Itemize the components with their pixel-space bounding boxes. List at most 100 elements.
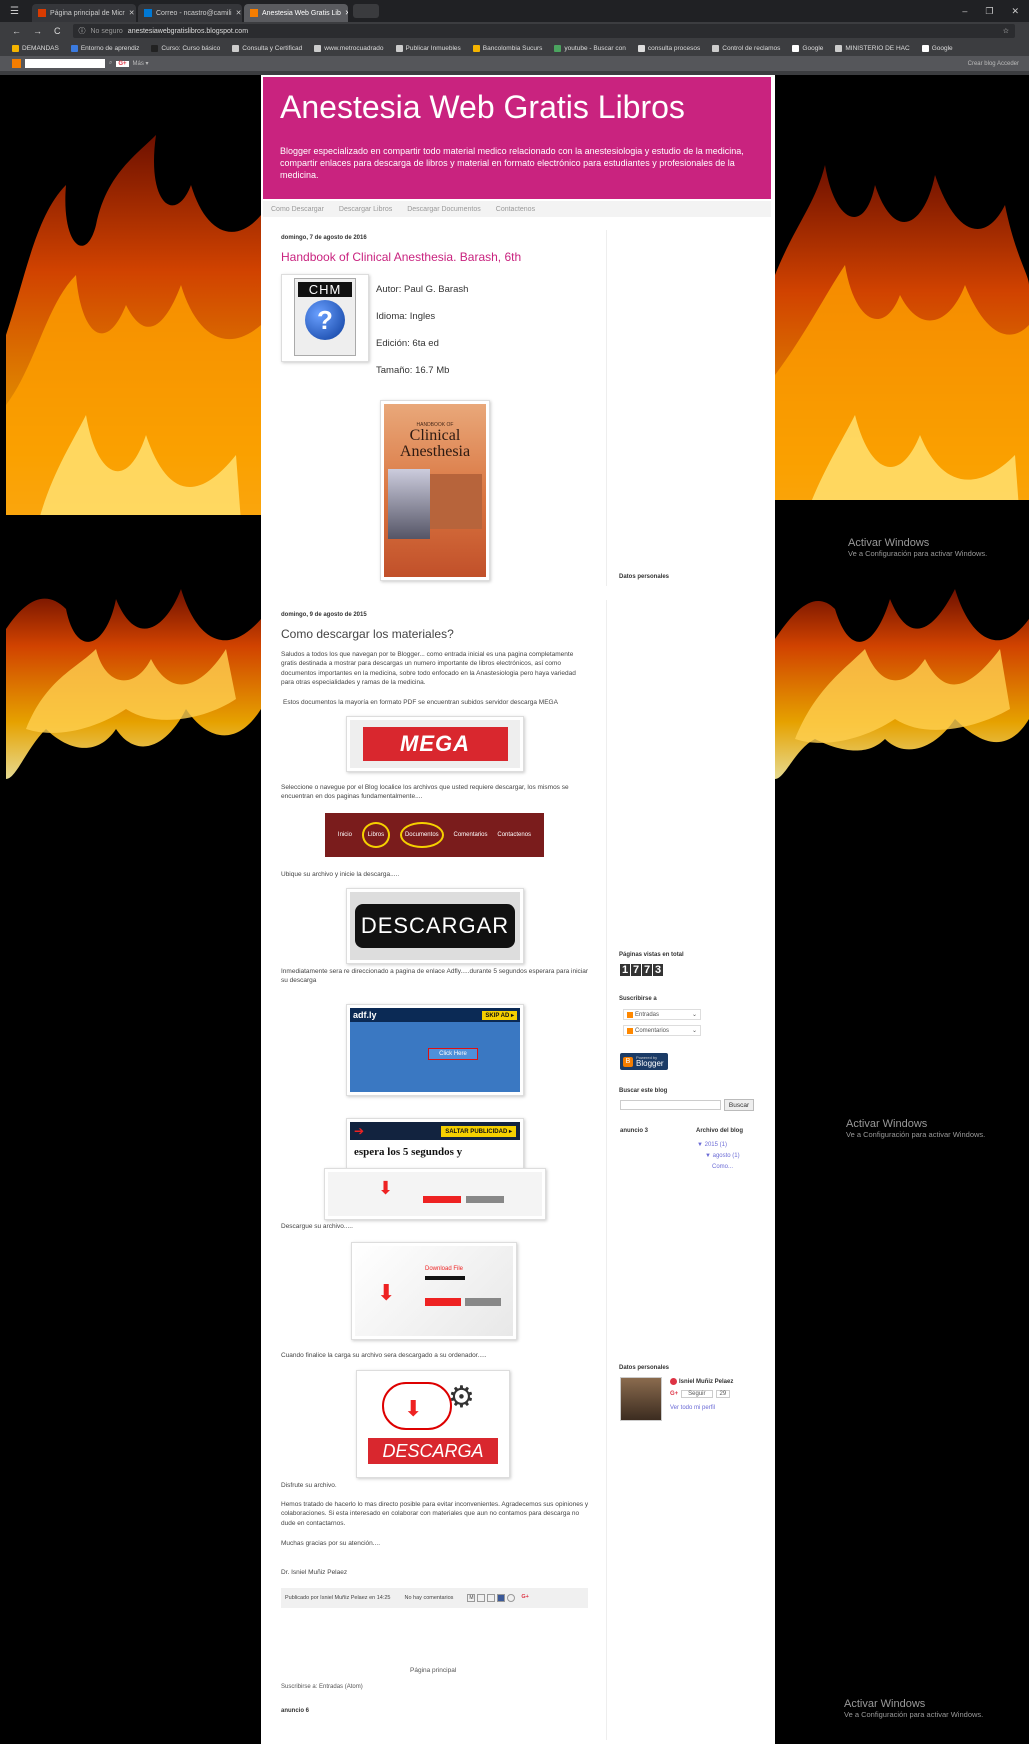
facebook-share-icon[interactable] — [497, 1594, 506, 1602]
post-title[interactable]: Handbook of Clinical Anesthesia. Barash,… — [281, 250, 521, 264]
atom-feed-link[interactable]: Entradas (Atom) — [319, 1684, 363, 1690]
help-icon: ? — [305, 300, 345, 340]
nav-descargar-libros[interactable]: Descargar Libros — [339, 206, 392, 213]
search-icon[interactable]: ⌕ — [109, 60, 112, 67]
search-blog-title: Buscar este blog — [619, 1088, 668, 1094]
blog-search-input[interactable] — [25, 59, 105, 68]
email-share-icon[interactable]: M — [467, 1594, 476, 1602]
nav-descargar-documentos[interactable]: Descargar Documentos — [407, 206, 481, 213]
saltar-publicidad-image[interactable]: ➔ SALTAR PUBLICIDAD ▸ espera los 5 segun… — [346, 1118, 524, 1170]
profile-name-text: Isniel Muñiz Pelaez — [679, 1378, 734, 1385]
mega-image[interactable]: MEGA — [346, 716, 524, 772]
restore-icon[interactable]: ❐ — [985, 6, 993, 17]
archive-year[interactable]: ▼ 2015 (1) — [697, 1142, 727, 1148]
archive-post[interactable]: Como... — [712, 1164, 733, 1170]
windows-activation-watermark: Activar Windows Ve a Configuración para … — [844, 1698, 983, 1719]
search-button[interactable]: Buscar — [724, 1099, 754, 1111]
bookmark-item[interactable]: Bancolombia Sucurs — [472, 44, 542, 52]
feed-links: Suscribirse a: Entradas (Atom) — [281, 1684, 363, 1690]
bookmark-label: Entorno de aprendiz — [80, 44, 140, 52]
bookmark-item[interactable]: Google — [792, 44, 823, 52]
sidebar-divider — [606, 230, 607, 586]
powered-by-blogger-badge[interactable]: B Powered by Blogger — [620, 1053, 668, 1070]
bookmark-item[interactable]: consulta procesos — [637, 44, 700, 52]
tab-blog[interactable]: Anestesia Web Gratis Lib ✕ — [244, 4, 348, 22]
book-cover-image[interactable]: HANDBOOK OF Clinical Anesthesia — [380, 400, 490, 581]
gplus-share-button[interactable]: G+ — [521, 1594, 529, 1602]
follow-button[interactable]: Seguir — [681, 1390, 713, 1398]
sidebar-divider — [606, 600, 607, 1740]
download-file-image[interactable]: ⬇ Download File — [351, 1242, 517, 1340]
more-menu[interactable]: Más ▾ — [133, 60, 149, 67]
new-tab-button[interactable] — [353, 4, 379, 18]
reload-icon[interactable]: C — [54, 26, 61, 36]
blog-search-field[interactable] — [620, 1100, 721, 1110]
twitter-share-icon[interactable] — [487, 1594, 496, 1602]
windows-activation-watermark: Activar Windows Ve a Configuración para … — [846, 1118, 985, 1139]
bookmark-icon — [554, 44, 562, 52]
url-field[interactable]: ⓘ No seguro anestesiawebgratislibros.blo… — [72, 24, 1015, 38]
tab-microsoft[interactable]: Página principal de Micr ✕ — [32, 4, 136, 22]
star-icon[interactable]: ☆ — [1003, 27, 1009, 35]
forward-icon[interactable]: → — [33, 26, 42, 36]
bookmark-item[interactable]: www.metrocuadrado — [314, 44, 384, 52]
descargar-image[interactable]: DESCARGAR — [346, 888, 524, 964]
arrow-right-icon: ➔ — [354, 1124, 365, 1138]
gplus-button[interactable]: G+ — [116, 60, 129, 67]
pinterest-share-icon[interactable] — [507, 1594, 516, 1602]
blogger-icon[interactable] — [12, 59, 21, 68]
blog-share-icon[interactable] — [477, 1594, 486, 1602]
mega-logo: MEGA — [362, 727, 508, 761]
subscribe-comentarios-dropdown[interactable]: Comentarios ⌄ — [623, 1025, 701, 1036]
watermark-subtitle: Ve a Configuración para activar Windows. — [844, 1710, 984, 1719]
close-icon[interactable]: ✕ — [232, 9, 242, 17]
close-icon[interactable]: ✕ — [341, 9, 348, 17]
nav-como-descargar[interactable]: Como Descargar — [271, 206, 324, 213]
watermark-subtitle: Ve a Configuración para activar Windows. — [848, 549, 988, 558]
tab-mail[interactable]: Correo - ncastro@camili ✕ — [138, 4, 242, 22]
create-blog-link[interactable]: Crear blog Acceder — [968, 61, 1019, 67]
bookmark-item[interactable]: Consulta y Certificad — [232, 44, 302, 52]
post-author-time[interactable]: Publicado por Isniel Muñiz Pelaez en 14:… — [285, 1595, 390, 1601]
back-icon[interactable]: ← — [12, 26, 21, 36]
descarga-cloud-image[interactable]: ⬇ ⚙ DESCARGA — [356, 1370, 510, 1478]
download-arrow-icon: ⬇ — [377, 1280, 396, 1305]
nav-contactenos[interactable]: Contactenos — [496, 206, 535, 213]
avatar[interactable] — [620, 1377, 662, 1421]
menu-screenshot-image[interactable]: Inicio Libros Documentos Comentarios Con… — [325, 813, 544, 857]
subscribe-entradas-dropdown[interactable]: Entradas ⌄ — [623, 1009, 701, 1020]
bookmark-item[interactable]: youtube - Buscar con — [554, 44, 626, 52]
sidebar-datos-personales: Datos personales — [619, 1365, 670, 1371]
post-paragraph: Descargue su archivo..... — [281, 1223, 353, 1230]
bookmark-item[interactable]: Entorno de aprendiz — [70, 44, 140, 52]
chevron-down-icon: ⌄ — [691, 1028, 697, 1034]
minimize-icon[interactable]: – — [962, 6, 967, 17]
window-menu-icon[interactable]: ☰ — [10, 6, 32, 17]
adfly-logo: adf.ly — [353, 1010, 377, 1020]
close-icon[interactable]: ✕ — [125, 9, 135, 17]
feed-prefix: Suscribirse a: — [281, 1684, 318, 1690]
bookmark-item[interactable]: MINISTERIO DE HAC — [835, 44, 910, 52]
profile-name[interactable]: Isniel Muñiz Pelaez — [670, 1378, 733, 1385]
mail-icon — [144, 9, 152, 17]
comments-link[interactable]: No hay comentarios — [404, 1595, 453, 1601]
bookmark-icon — [637, 44, 645, 52]
office-icon — [38, 9, 46, 17]
bookmark-item[interactable]: Control de reclamos — [712, 44, 780, 52]
adfly-image[interactable]: adf.ly SKIP AD ▸ Click Here — [346, 1004, 524, 1096]
chm-file-image[interactable]: CHM ? — [281, 274, 369, 362]
close-window-icon[interactable]: ✕ — [1011, 6, 1019, 17]
archive-month[interactable]: ▼ agosto (1) — [705, 1153, 740, 1159]
view-profile-link[interactable]: Ver todo mi perfil — [670, 1405, 715, 1411]
post-paragraph: Muchas gracias por su atención.... — [281, 1540, 380, 1547]
download-dialog-image[interactable]: ⬇ — [324, 1168, 546, 1220]
post-title[interactable]: Como descargar los materiales? — [281, 627, 454, 641]
bookmark-item[interactable]: Curso: Curso básico — [151, 44, 220, 52]
bookmark-item[interactable]: Publicar Inmuebles — [395, 44, 461, 52]
home-link[interactable]: Página principal — [410, 1667, 456, 1674]
post-paragraph: Estos documentos la mayoría en formato P… — [283, 699, 558, 706]
bookmark-item[interactable]: Google — [921, 44, 953, 52]
gplus-icon: G+ — [670, 1391, 679, 1397]
bookmark-item[interactable]: DEMANDAS — [12, 44, 59, 52]
blog-title[interactable]: Anestesia Web Gratis Libros — [280, 91, 754, 123]
